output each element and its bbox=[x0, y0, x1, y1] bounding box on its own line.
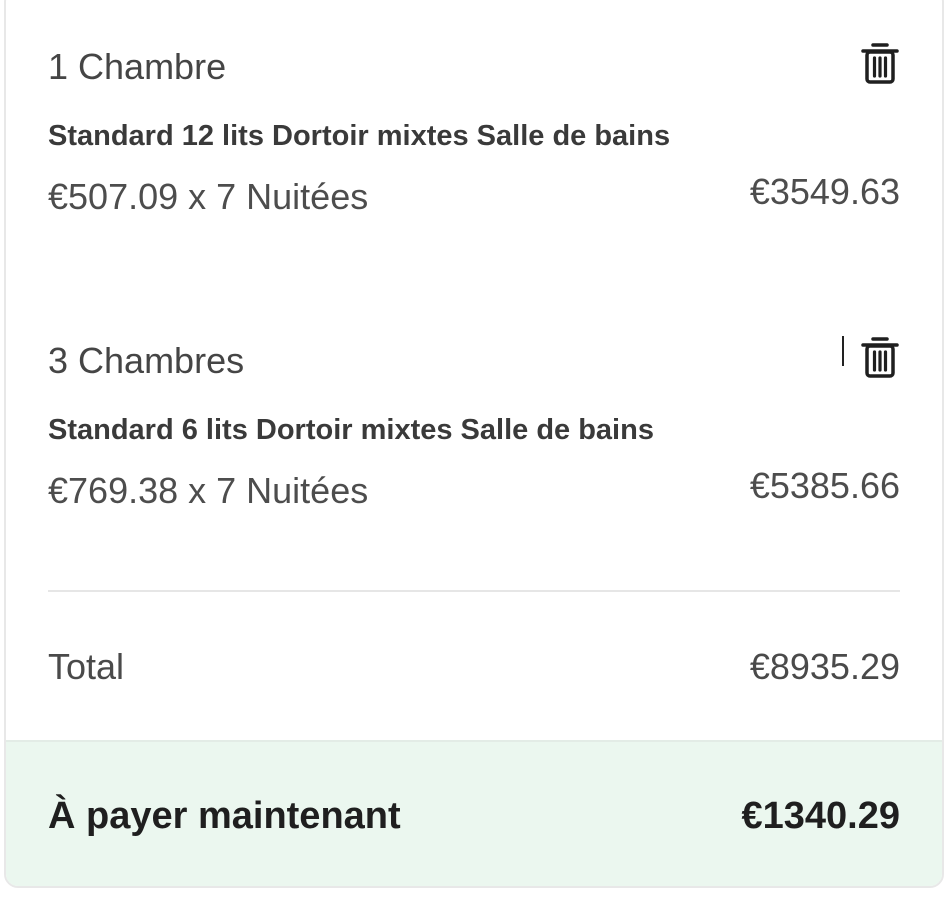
total-row: Total €8935.29 bbox=[48, 646, 900, 690]
booking-summary-card: 1 Chambre Standard 12 lits Dortoir mixte… bbox=[4, 0, 944, 888]
summary-divider bbox=[48, 590, 900, 592]
price-calculation: €769.38 x 7 Nuitées bbox=[48, 470, 369, 511]
trash-icon[interactable] bbox=[860, 40, 900, 86]
room-amount: €3549.63 bbox=[749, 171, 900, 212]
price-calculation: €507.09 x 7 Nuitées bbox=[48, 176, 369, 217]
room-count-label: 3 Chambres bbox=[48, 340, 245, 381]
room-count-label: 1 Chambre bbox=[48, 46, 227, 87]
pay-now-amount: €1340.29 bbox=[741, 795, 901, 837]
trash-icon[interactable] bbox=[860, 334, 900, 380]
total-amount: €8935.29 bbox=[749, 646, 900, 687]
pay-now-label: À payer maintenant bbox=[48, 795, 401, 837]
room-amount: €5385.66 bbox=[749, 465, 900, 506]
total-label: Total bbox=[48, 646, 125, 687]
text-cursor bbox=[842, 336, 844, 366]
room-type: Standard 6 lits Dortoir mixtes Salle de … bbox=[48, 414, 654, 446]
pay-now-section: À payer maintenant €1340.29 bbox=[6, 740, 942, 886]
room-type: Standard 12 lits Dortoir mixtes Salle de… bbox=[48, 120, 671, 152]
